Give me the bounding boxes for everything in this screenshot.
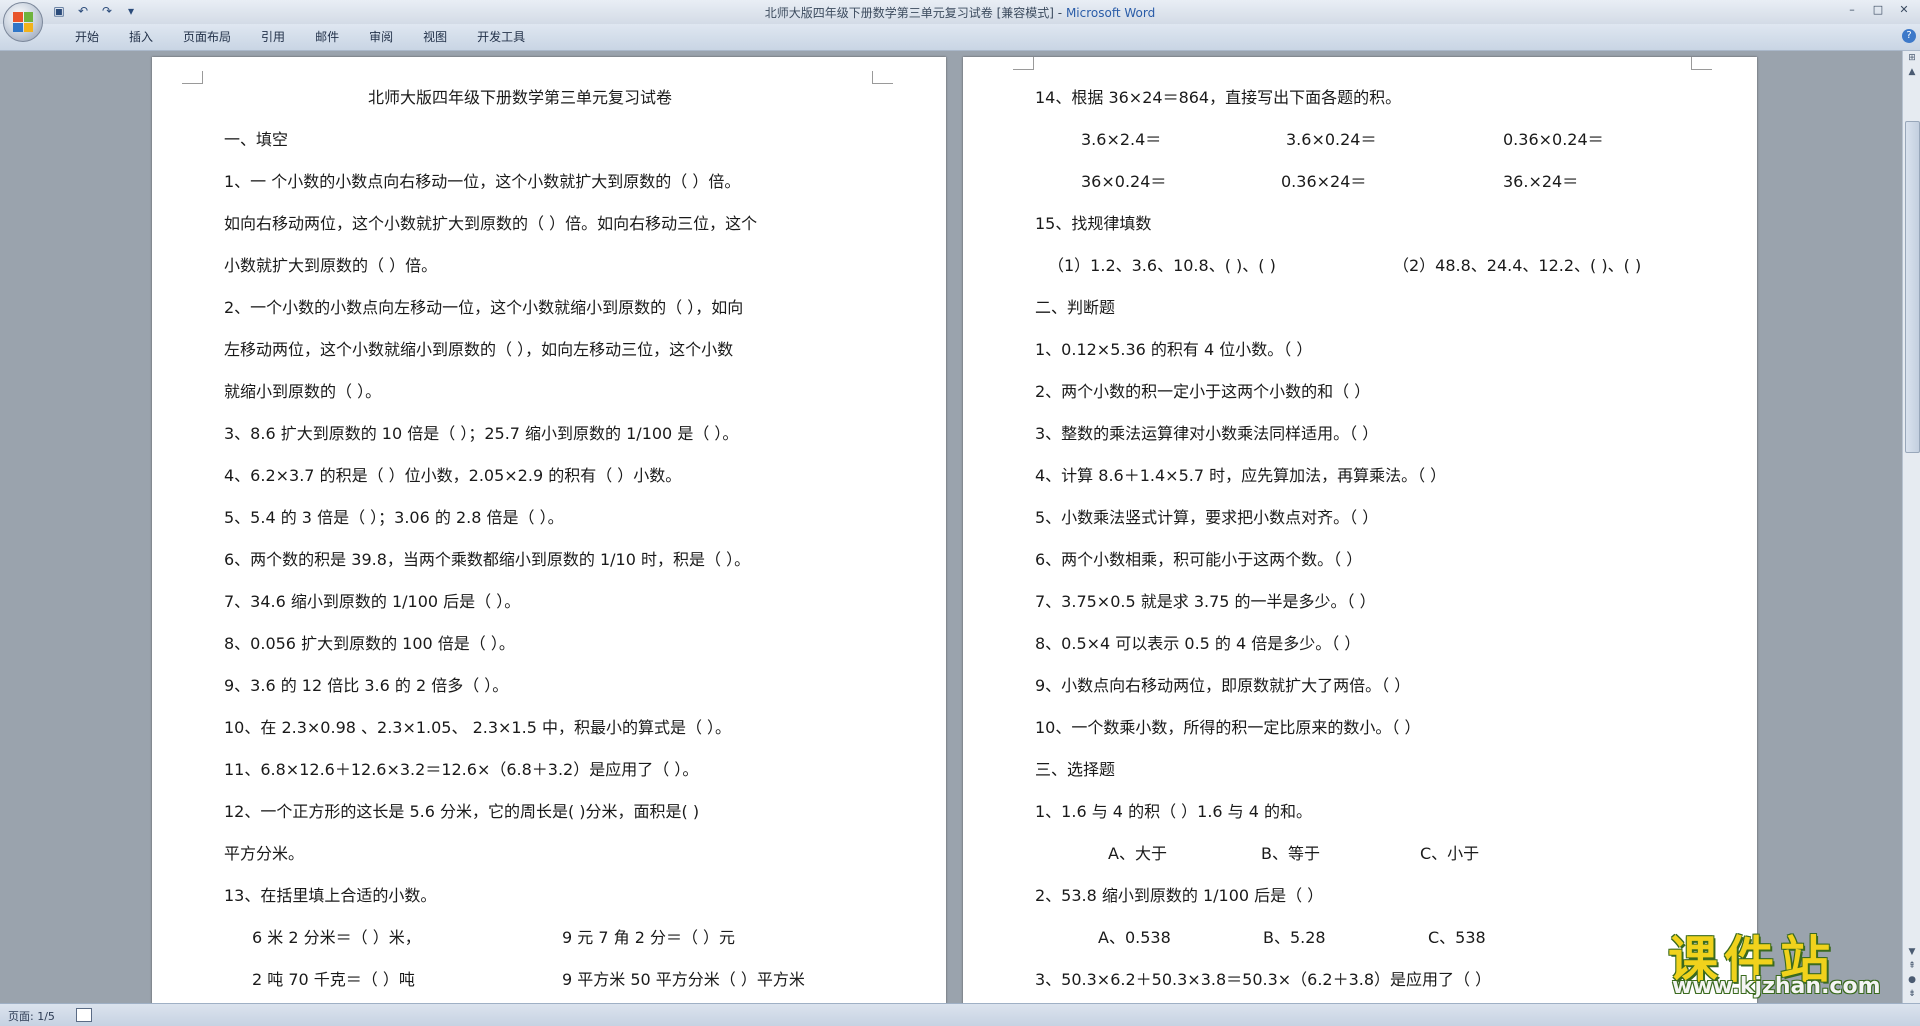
doc-line: 36×0.24＝: [1081, 172, 1167, 191]
watermark-url: www.kjzhan.com: [1672, 974, 1881, 999]
tab-review[interactable]: 审阅: [354, 29, 408, 45]
doc-line: 1、1.6 与 4 的积（ ）1.6 与 4 的和。: [1035, 802, 1313, 821]
select-browse-object-icon[interactable]: ●: [1904, 973, 1920, 987]
doc-line: 13、在括里填上合适的小数。: [224, 886, 437, 905]
doc-line: 小数就扩大到原数的（ ）倍。: [224, 256, 438, 275]
doc-line: 14、根据 36×24＝864，直接写出下面各题的积。: [1035, 88, 1402, 107]
app-name: Microsoft Word: [1065, 6, 1156, 20]
scroll-down-icon[interactable]: ▼: [1904, 945, 1920, 959]
page-right[interactable]: 14、根据 36×24＝864，直接写出下面各题的积。 3.6×2.4＝ 3.6…: [963, 57, 1757, 1007]
doc-line: 3.6×0.24＝: [1286, 130, 1377, 149]
close-icon[interactable]: ✕: [1894, 2, 1914, 18]
doc-line: 5、小数乘法竖式计算，要求把小数点对齐。（ ）: [1035, 508, 1379, 527]
scroll-thumb[interactable]: [1905, 121, 1920, 453]
doc-line: 8、0.5×4 可以表示 0.5 的 4 倍是多少。（ ）: [1035, 634, 1361, 653]
document-title-line: 北师大版四年级下册数学第三单元复习试卷: [368, 88, 673, 107]
ruler-toggle-icon[interactable]: ⊞: [1904, 51, 1920, 65]
doc-line: 5、5.4 的 3 倍是（ ）；3.06 的 2.8 倍是（ ）。: [224, 508, 564, 527]
document-title: 北师大版四年级下册数学第三单元复习试卷 [兼容模式]: [764, 6, 1054, 20]
doc-line: 3、整数的乘法运算律对小数乘法同样适用。（ ）: [1035, 424, 1379, 443]
proofing-icon[interactable]: [76, 1008, 92, 1022]
choice-option: A、大于: [1108, 844, 1167, 863]
help-icon[interactable]: ?: [1902, 29, 1916, 43]
doc-line: 0.36×0.24＝: [1503, 130, 1604, 149]
doc-line: 平方分米。: [224, 844, 305, 863]
doc-line: 9 平方米 50 平方分米（ ）平方米: [562, 970, 805, 989]
ribbon-tabs: 开始 插入 页面布局 引用 邮件 审阅 视图 开发工具: [60, 29, 540, 45]
choice-option: A、0.538: [1098, 928, 1171, 947]
window-title: 北师大版四年级下册数学第三单元复习试卷 [兼容模式] - Microsoft W…: [0, 4, 1920, 21]
tab-developer[interactable]: 开发工具: [462, 29, 540, 45]
margin-mark: [1691, 57, 1712, 70]
doc-line: 9、3.6 的 12 倍比 3.6 的 2 倍多（ ）。: [224, 676, 509, 695]
maximize-icon[interactable]: □: [1868, 2, 1888, 18]
document-workspace: 北师大版四年级下册数学第三单元复习试卷 一、填空 1、一 个小数的小数点向右移动…: [0, 51, 1902, 1007]
choice-option: C、小于: [1420, 844, 1480, 863]
doc-line: 1、一 个小数的小数点向右移动一位，这个小数就扩大到原数的（ ）倍。: [224, 172, 741, 191]
doc-line: 2、53.8 缩小到原数的 1/100 后是（ ）: [1035, 886, 1324, 905]
office-button[interactable]: [3, 2, 43, 42]
vertical-scrollbar[interactable]: ⊞ ▲ ▼ ⇞ ● ⇟: [1902, 51, 1920, 1003]
section-heading: 二、判断题: [1035, 298, 1116, 317]
doc-line: 6、两个小数相乘，积可能小于这两个数。（ ）: [1035, 550, 1363, 569]
doc-line: 就缩小到原数的（ ）。: [224, 382, 382, 401]
watermark-logo: 课件站 www.kjzhan.com: [1668, 920, 1904, 1000]
window-controls: – □ ✕: [1842, 2, 1914, 18]
doc-line: 3、8.6 扩大到原数的 10 倍是（ ）；25.7 缩小到原数的 1/100 …: [224, 424, 739, 443]
tab-insert[interactable]: 插入: [114, 29, 168, 45]
doc-line: 6、两个数的积是 39.8，当两个乘数都缩小到原数的 1/10 时，积是（ ）。: [224, 550, 751, 569]
section-heading: 一、填空: [224, 130, 289, 149]
title-bar: ▣ ↶ ↷ ▾ 北师大版四年级下册数学第三单元复习试卷 [兼容模式] - Mic…: [0, 0, 1920, 25]
doc-line: 8、0.056 扩大到原数的 100 倍是（ ）。: [224, 634, 515, 653]
doc-line: 3、50.3×6.2＋50.3×3.8＝50.3×（6.2＋3.8）是应用了（ …: [1035, 970, 1492, 989]
margin-mark: [872, 71, 893, 84]
tab-page-layout[interactable]: 页面布局: [168, 29, 246, 45]
doc-line: 0.36×24＝: [1281, 172, 1367, 191]
page-count[interactable]: 页面: 1/5: [8, 1008, 55, 1024]
doc-line: 9、小数点向右移动两位，即原数就扩大了两倍。（ ）: [1035, 676, 1411, 695]
ribbon: 开始 插入 页面布局 引用 邮件 审阅 视图 开发工具 ?: [0, 24, 1920, 51]
previous-page-icon[interactable]: ⇞: [1904, 959, 1920, 973]
page-left[interactable]: 北师大版四年级下册数学第三单元复习试卷 一、填空 1、一 个小数的小数点向右移动…: [152, 57, 946, 1007]
doc-line: 3.6×2.4＝: [1081, 130, 1162, 149]
doc-line: 6 米 2 分米＝（ ）米，: [252, 928, 421, 947]
tab-references[interactable]: 引用: [246, 29, 300, 45]
doc-line: 4、6.2×3.7 的积是（ ）位小数，2.05×2.9 的积有（ ）小数。: [224, 466, 682, 485]
choice-option: B、等于: [1261, 844, 1320, 863]
tab-view[interactable]: 视图: [408, 29, 462, 45]
doc-line: 36.×24＝: [1503, 172, 1579, 191]
doc-line: 10、在 2.3×0.98 、2.3×1.05、 2.3×1.5 中，积最小的算…: [224, 718, 732, 737]
doc-line: 15、找规律填数: [1035, 214, 1152, 233]
status-bar: 页面: 1/5: [0, 1003, 1920, 1026]
doc-line: 左移动两位，这个小数就缩小到原数的（ ），如向左移动三位，这个小数: [224, 340, 734, 359]
doc-line: 12、一个正方形的这长是 5.6 分米，它的周长是( )分米，面积是( ): [224, 802, 700, 821]
tab-home[interactable]: 开始: [60, 29, 114, 45]
tab-mailings[interactable]: 邮件: [300, 29, 354, 45]
doc-line: 2、两个小数的积一定小于这两个小数的和（ ）: [1035, 382, 1371, 401]
office-logo-icon: [13, 12, 33, 32]
doc-line: 4、计算 8.6＋1.4×5.7 时，应先算加法，再算乘法。（ ）: [1035, 466, 1447, 485]
doc-line: 2 吨 70 千克＝（ ）吨: [252, 970, 415, 989]
doc-line: （1）1.2、3.6、10.8、( )、( ): [1048, 256, 1276, 275]
doc-line: 2、一个小数的小数点向左移动一位，这个小数就缩小到原数的（ ），如向: [224, 298, 744, 317]
doc-line: （2）48.8、24.4、12.2、( )、( ): [1393, 256, 1642, 275]
doc-line: 10、一个数乘小数，所得的积一定比原来的数小。（ ）: [1035, 718, 1421, 737]
doc-line: 如向右移动两位，这个小数就扩大到原数的（ ）倍。如向右移动三位，这个: [224, 214, 758, 233]
title-separator: -: [1053, 6, 1066, 20]
next-page-icon[interactable]: ⇟: [1904, 987, 1920, 1001]
minimize-icon[interactable]: –: [1842, 2, 1862, 18]
scroll-up-icon[interactable]: ▲: [1904, 65, 1920, 79]
doc-line: 7、3.75×0.5 就是求 3.75 的一半是多少。（ ）: [1035, 592, 1376, 611]
choice-option: B、5.28: [1263, 928, 1326, 947]
doc-line: 7、34.6 缩小到原数的 1/100 后是（ ）。: [224, 592, 521, 611]
margin-mark: [182, 71, 203, 84]
margin-mark: [1013, 57, 1034, 70]
doc-line: 9 元 7 角 2 分＝（ ）元: [562, 928, 736, 947]
doc-line: 11、6.8×12.6＋12.6×3.2＝12.6×（6.8＋3.2）是应用了（…: [224, 760, 699, 779]
section-heading: 三、选择题: [1035, 760, 1116, 779]
doc-line: 1、0.12×5.36 的积有 4 位小数。（ ）: [1035, 340, 1313, 359]
choice-option: C、538: [1428, 928, 1486, 947]
